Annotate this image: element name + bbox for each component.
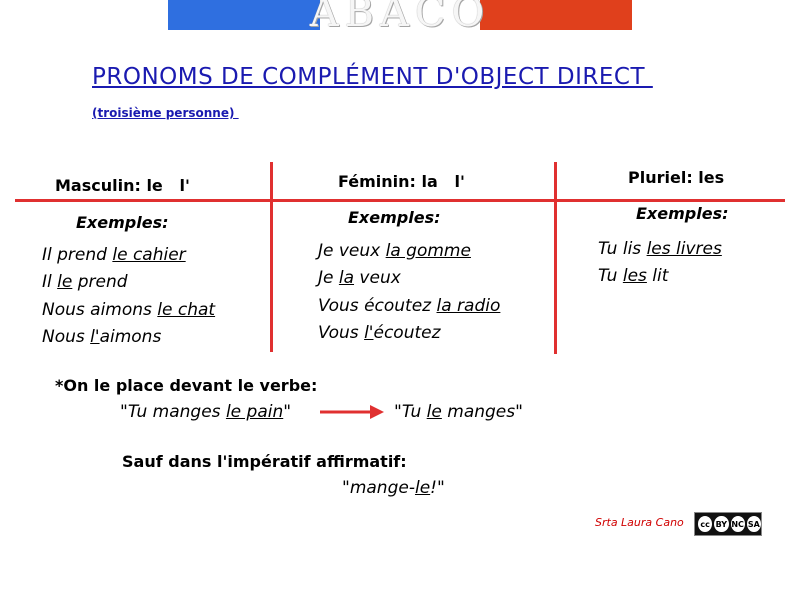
example-line: Il prend le cahier — [42, 245, 186, 265]
table-divider-2 — [554, 162, 557, 354]
cc-icon: cc — [698, 516, 713, 532]
text-segment: Je veux — [318, 241, 386, 261]
text-segment: veux — [354, 268, 401, 288]
text-segment: lit — [646, 266, 669, 286]
pronoun-underlined: le chat — [157, 300, 216, 320]
pronoun-underlined: le — [426, 402, 442, 422]
pronoun-underlined: le — [57, 272, 73, 292]
rule-example-before: "Tu manges le pain" — [120, 402, 291, 422]
pronoun-underlined: les — [622, 266, 647, 286]
example-line: Tu les lit — [598, 266, 668, 286]
example-line: Vous écoutez la radio — [318, 296, 500, 316]
text-segment: Nous aimons — [42, 300, 158, 320]
pronoun-underlined: le pain — [225, 402, 284, 422]
example-line: Tu lis les livres — [598, 239, 722, 259]
text-segment: Vous écoutez — [318, 296, 437, 316]
rule-example-after: "Tu le manges" — [394, 402, 523, 422]
table-horizontal-line — [15, 199, 785, 202]
page-title: PRONOMS DE COMPLÉMENT D'OBJECT DIRECT — [92, 64, 653, 90]
text-segment: Il prend — [42, 245, 113, 265]
examples-label-feminin: Exemples: — [348, 208, 441, 227]
text-segment: prend — [72, 272, 128, 292]
pronoun-underlined: le — [414, 478, 431, 498]
page-subtitle: (troisième personne) — [92, 106, 239, 120]
example-line: Vous l'écoutez — [318, 323, 441, 343]
text-segment: Nous — [42, 327, 91, 347]
text-segment: écoutez — [373, 323, 441, 343]
example-line: Nous l'aimons — [42, 327, 161, 347]
by-icon: BY — [714, 516, 729, 532]
text-segment: manges" — [441, 402, 523, 422]
pronoun-underlined: l' — [90, 327, 100, 347]
text-segment: Je — [318, 268, 339, 288]
logo: ABACO — [309, 0, 491, 36]
text-segment: !" — [430, 478, 445, 498]
pronoun-underlined: la gomme — [385, 241, 471, 261]
pronoun-underlined: la radio — [436, 296, 501, 316]
text-segment: Tu — [598, 266, 623, 286]
heading-feminin: Féminin: la l' — [338, 172, 465, 191]
creative-commons-badge: cc BY NC SA — [694, 512, 762, 536]
exception-text: Sauf dans l'impératif affirmatif: — [122, 452, 407, 471]
rule-text: *On le place devant le verbe: — [55, 376, 318, 395]
example-line: Je veux la gomme — [318, 241, 471, 261]
text-segment: Il — [42, 272, 58, 292]
arrow-right-icon — [320, 405, 384, 419]
text-segment: "Tu — [394, 402, 427, 422]
text-segment: Tu lis — [598, 239, 647, 259]
pronoun-underlined: les livres — [646, 239, 722, 259]
example-line: Il le prend — [42, 272, 128, 292]
author-credit: Srta Laura Cano — [595, 516, 684, 529]
examples-label-masculin: Exemples: — [76, 213, 169, 232]
text-segment: " — [283, 402, 292, 422]
text-segment: Vous — [318, 323, 365, 343]
nc-icon: NC — [730, 516, 745, 532]
text-segment: "mange- — [342, 478, 415, 498]
heading-pluriel: Pluriel: les — [628, 168, 725, 187]
sa-icon: SA — [746, 516, 761, 532]
pronoun-underlined: la — [338, 268, 355, 288]
text-segment: aimons — [99, 327, 162, 347]
pronoun-underlined: le cahier — [112, 245, 186, 265]
heading-masculin: Masculin: le l' — [55, 176, 190, 195]
example-line: Nous aimons le chat — [42, 300, 215, 320]
examples-label-pluriel: Exemples: — [636, 204, 729, 223]
text-segment: "Tu manges — [120, 402, 226, 422]
example-line: Je la veux — [318, 268, 401, 288]
table-divider-1 — [270, 162, 273, 352]
exception-example: "mange-le!" — [342, 478, 445, 498]
